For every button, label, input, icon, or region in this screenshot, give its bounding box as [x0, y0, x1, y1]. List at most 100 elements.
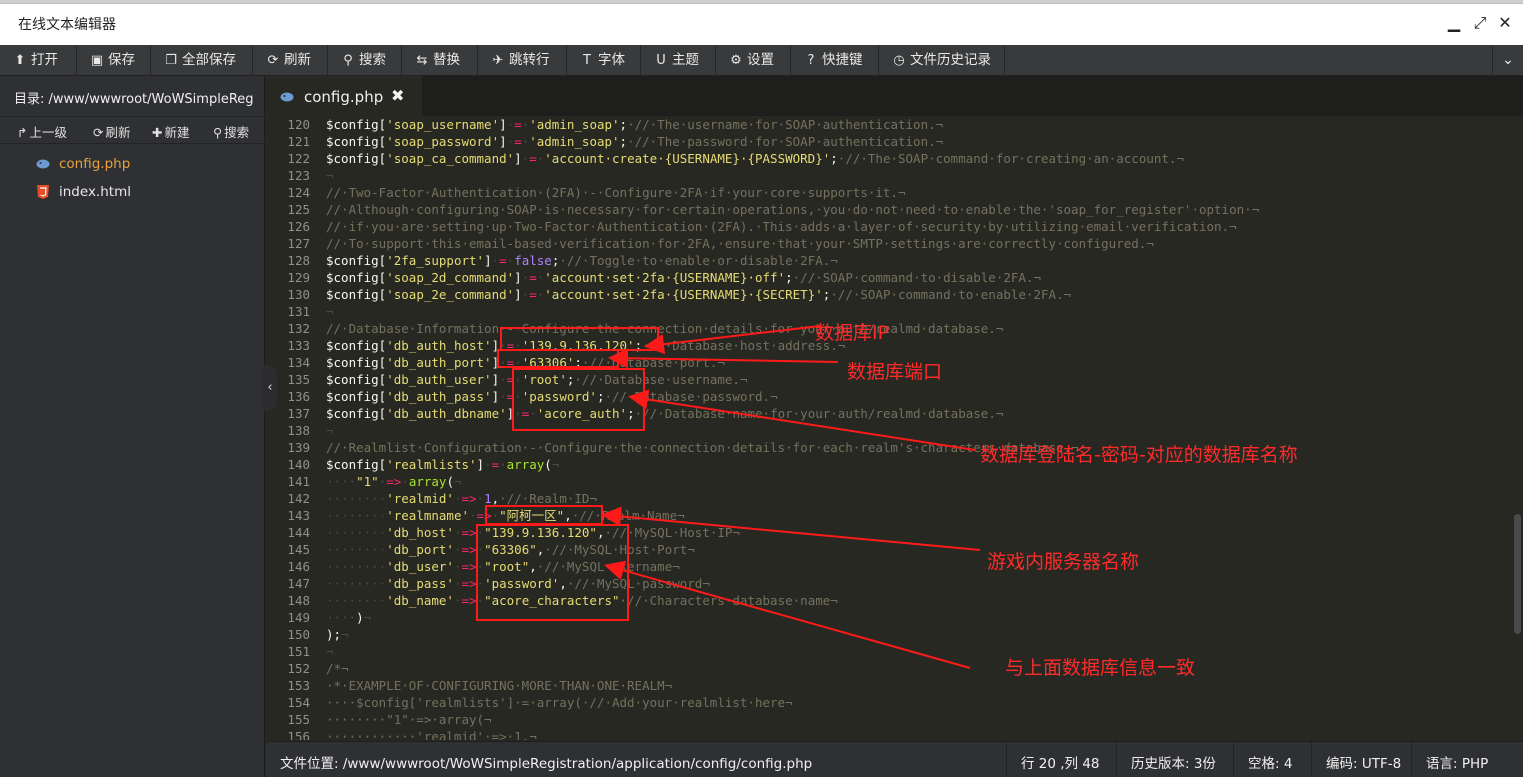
sidebar-search-button[interactable]: ⚲ 搜索: [213, 122, 249, 141]
code-token: $config[: [326, 151, 387, 166]
code-token: ·//·Characters·database·name¬: [619, 593, 838, 608]
code-token: ·: [491, 253, 500, 268]
history-icon: ◷: [893, 53, 905, 68]
code-lines: $config['soap_username']·=·'admin_soap';…: [326, 116, 1506, 740]
code-token: 'db_port': [386, 542, 454, 557]
code-token: //·Realmlist·Configuration·-·Configure·t…: [326, 440, 1079, 455]
line-number: 127: [287, 236, 310, 251]
replace-button[interactable]: ⇆ 替换: [402, 45, 478, 75]
code-token: ¬: [326, 168, 334, 183]
code-token: ¬: [453, 474, 462, 489]
search-button[interactable]: ⚲ 搜索: [328, 45, 402, 75]
code-token: =: [491, 457, 500, 472]
vertical-scrollbar[interactable]: [1511, 116, 1523, 740]
refresh-button[interactable]: ⟳ 刷新: [253, 45, 328, 75]
line-number: 143: [287, 508, 310, 523]
open-label: 打开: [31, 52, 58, 68]
chevron-down-icon[interactable]: ⌄: [1492, 45, 1523, 75]
save-button[interactable]: ▣ 保存: [77, 45, 151, 75]
code-token: ;: [596, 389, 605, 404]
maximize-icon[interactable]: ⤢: [1469, 12, 1491, 34]
theme-button[interactable]: U 主题: [641, 45, 716, 75]
code-token: ·: [476, 593, 485, 608]
file-history-button[interactable]: ◷ 文件历史记录: [879, 45, 1005, 75]
scrollbar-thumb[interactable]: [1514, 514, 1521, 634]
line-number: 124: [287, 185, 310, 200]
code-token: 'realmid': [386, 491, 454, 506]
code-token: ········: [326, 525, 387, 540]
code-token: ·: [476, 525, 485, 540]
refresh-icon: ⟳: [93, 125, 104, 140]
history-versions[interactable]: 历史版本: 3份: [1131, 752, 1216, 772]
code-token: ·: [499, 389, 507, 404]
code-token: =: [514, 117, 522, 132]
code-token: ¬: [326, 423, 334, 438]
code-token: ,: [596, 525, 605, 540]
code-token: ·: [484, 457, 492, 472]
status-divider: [1006, 742, 1007, 777]
code-token: //·Database·Information·-·Configure·the·…: [326, 321, 1004, 336]
code-token: array: [408, 474, 447, 489]
theme-label: 主题: [672, 52, 699, 68]
code-token: 'db_pass': [386, 576, 454, 591]
code-token: ·: [499, 457, 507, 472]
shortcuts-button[interactable]: ? 快捷键: [791, 45, 879, 75]
code-token: "acore_characters": [484, 593, 620, 608]
cursor-position[interactable]: 行 20 ,列 48: [1021, 752, 1100, 772]
code-token: $config[: [326, 372, 387, 387]
minimize-icon[interactable]: ▁: [1443, 12, 1465, 34]
code-line: //·To·support·this·email-based·verificat…: [326, 235, 1506, 252]
font-button[interactable]: T 字体: [567, 45, 641, 75]
code-token: 'admin_soap': [529, 134, 620, 149]
code-token: "阿柯一区": [499, 508, 565, 523]
code-token: 'soap_username': [386, 117, 500, 132]
line-number: 151: [287, 644, 310, 659]
code-token: 'account·create·{USERNAME}·{PASSWORD}': [544, 151, 831, 166]
code-token: ·//·Toggle·to·enable·or·disable·2FA.¬: [559, 253, 838, 268]
line-number: 155: [287, 712, 310, 727]
close-icon[interactable]: ✕: [1494, 12, 1516, 34]
sidebar-collapse-icon[interactable]: ‹: [263, 365, 277, 411]
up-level-button[interactable]: ↱ 上一级: [17, 122, 67, 141]
code-token: "1": [356, 474, 379, 489]
status-divider: [1233, 742, 1234, 777]
tab-close-icon[interactable]: ✖: [391, 86, 404, 105]
code-token: /*¬: [326, 661, 349, 676]
code-token: =>: [461, 576, 477, 591]
code-editor[interactable]: 120 121 122 123 124 125 126 127 128 129 130 131 132 1…: [266, 116, 1511, 740]
save-all-button[interactable]: ❐ 全部保存: [151, 45, 253, 75]
open-button[interactable]: ⬆ 打开: [0, 45, 77, 75]
code-token: ·//·Realm·Name¬: [571, 508, 685, 523]
code-line: ¬: [326, 422, 1506, 439]
code-token: ········"1"·=>·array(¬: [326, 712, 492, 727]
line-number: 130: [287, 287, 310, 302]
tab-config-php[interactable]: config.php ✖: [266, 76, 422, 116]
code-token: =: [529, 287, 537, 302]
line-number: 133: [287, 338, 310, 353]
status-bar: 文件位置: /www/wwwroot/WoWSimpleRegistration…: [266, 741, 1523, 777]
code-token: 'realmname': [386, 508, 470, 523]
code-token: ,: [559, 576, 567, 591]
code-token: ]: [499, 134, 507, 149]
goto-line-button[interactable]: ✈ 跳转行: [478, 45, 567, 75]
toolbar: ⬆ 打开 ▣ 保存 ❐ 全部保存 ⟳ 刷新 ⚲ 搜索 ⇆ 替换 ✈ 跳转行 T 字体 U 主题 ⚙…: [0, 45, 1523, 76]
code-token: =: [499, 253, 507, 268]
code-token: $config[: [326, 287, 387, 302]
settings-button[interactable]: ⚙ 设置: [716, 45, 791, 75]
code-line: $config['db_auth_port']·=·'63306';·//·Da…: [326, 354, 1506, 371]
indent-setting[interactable]: 空格: 4: [1248, 752, 1292, 772]
code-token: //·Two-Factor·Authentication·(2FA)·-·Con…: [326, 185, 906, 200]
new-file-button[interactable]: ✚ 新建: [152, 122, 190, 141]
code-token: 'db_auth_port': [386, 355, 492, 370]
line-number: 144: [287, 525, 310, 540]
new-file-label: 新建: [164, 125, 190, 140]
tab-label: config.php: [304, 88, 384, 106]
line-number: 154: [287, 695, 310, 710]
language-setting[interactable]: 语言: PHP: [1426, 752, 1488, 772]
file-sidebar: 目录: /www/wwwroot/WoWSimpleRegi ↱ 上一级 ⟳ 刷新 …: [0, 76, 265, 777]
code-token: 'db_auth_pass': [386, 389, 492, 404]
code-token: 'acore_auth': [536, 406, 628, 421]
encoding-setting[interactable]: 编码: UTF-8: [1326, 752, 1401, 772]
code-line: ········'realmid'·=>·1,·//·Realm·ID¬: [326, 490, 1506, 507]
sidebar-refresh-button[interactable]: ⟳ 刷新: [93, 122, 131, 141]
